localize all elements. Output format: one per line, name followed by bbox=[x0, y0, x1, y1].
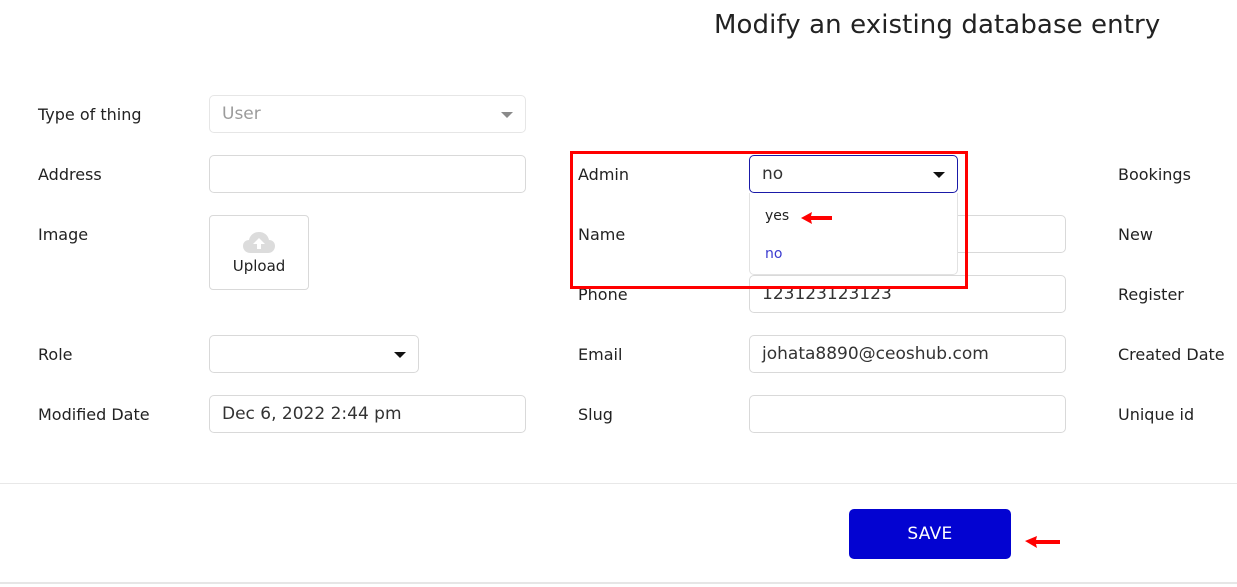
created-date-label: Created Date bbox=[1118, 345, 1225, 364]
chevron-down-icon bbox=[501, 112, 513, 118]
phone-input[interactable]: 123123123123 bbox=[749, 275, 1066, 313]
email-input[interactable]: johata8890@ceoshub.com bbox=[749, 335, 1066, 373]
slug-label: Slug bbox=[578, 405, 613, 424]
image-label: Image bbox=[38, 225, 89, 244]
image-upload-button[interactable]: Upload bbox=[209, 215, 309, 290]
modified-date-value: Dec 6, 2022 2:44 pm bbox=[222, 404, 402, 424]
email-label: Email bbox=[578, 345, 623, 364]
admin-value: no bbox=[762, 164, 784, 184]
unique-id-label: Unique id bbox=[1118, 405, 1195, 424]
footer-divider bbox=[0, 483, 1237, 484]
address-label: Address bbox=[38, 165, 102, 184]
chevron-down-icon bbox=[933, 172, 945, 178]
annotation-arrow-icon bbox=[1025, 536, 1060, 548]
save-button[interactable]: SAVE bbox=[849, 509, 1011, 559]
slug-input[interactable] bbox=[749, 395, 1066, 433]
admin-option-yes[interactable]: yes bbox=[765, 208, 789, 224]
modified-date-input[interactable]: Dec 6, 2022 2:44 pm bbox=[209, 395, 526, 433]
address-input[interactable] bbox=[209, 155, 526, 193]
phone-value: 123123123123 bbox=[762, 284, 892, 304]
name-label: Name bbox=[578, 225, 626, 244]
role-label: Role bbox=[38, 345, 73, 364]
type-of-thing-value: User bbox=[222, 104, 261, 124]
page-title: Modify an existing database entry bbox=[714, 10, 1161, 40]
admin-label: Admin bbox=[578, 165, 629, 184]
type-of-thing-select[interactable]: User bbox=[209, 95, 526, 133]
email-value: johata8890@ceoshub.com bbox=[762, 344, 989, 364]
modified-date-label: Modified Date bbox=[38, 405, 150, 424]
bottom-border bbox=[0, 582, 1237, 584]
upload-label: Upload bbox=[232, 256, 286, 275]
type-of-thing-label: Type of thing bbox=[38, 105, 142, 124]
phone-label: Phone bbox=[578, 285, 628, 304]
role-select[interactable] bbox=[209, 335, 419, 373]
bookings-label: Bookings bbox=[1118, 165, 1191, 184]
new-label: New bbox=[1118, 225, 1153, 244]
register-label: Register bbox=[1118, 285, 1184, 304]
admin-option-no[interactable]: no bbox=[765, 246, 782, 262]
admin-dropdown-menu: yes no bbox=[749, 193, 958, 275]
admin-select[interactable]: no bbox=[749, 155, 958, 193]
chevron-down-icon bbox=[394, 352, 406, 358]
cloud-upload-icon bbox=[243, 231, 275, 253]
